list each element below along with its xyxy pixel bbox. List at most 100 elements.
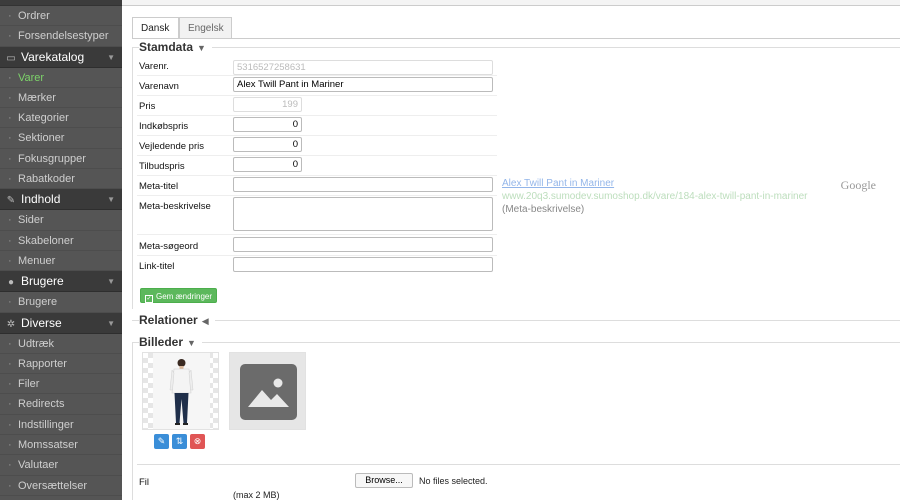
sidebar-item-label: Sektioner (18, 132, 65, 145)
bullet-icon: · (8, 91, 12, 104)
pris-label: Pris (139, 101, 156, 112)
indkobspris-label: Indkøbspris (139, 121, 189, 132)
sidebar-item-ordrer[interactable]: · Ordrer (0, 6, 122, 27)
sidebar-item-skabeloner[interactable]: · Skabeloner (0, 231, 122, 251)
link-titel-field[interactable] (233, 257, 493, 272)
bullet-icon: · (8, 398, 12, 411)
product-image-thumbnail[interactable] (142, 352, 219, 430)
sidebar-item-label: Sider (18, 214, 44, 227)
sidebar-item-momssatser[interactable]: · Momssatser (0, 435, 122, 456)
gear-icon: ✲ (6, 318, 16, 330)
pencil-icon: ✎ (157, 436, 166, 446)
sidebar-item-fokusgrupper[interactable]: · Fokusgrupper (0, 149, 122, 170)
row-divider (137, 255, 497, 256)
row-divider (137, 195, 497, 196)
sidebar-section-brugere[interactable]: ● Brugere ▼ (0, 271, 122, 293)
sidebar-item-label: Skabeloner (18, 234, 74, 247)
varenr-field[interactable] (233, 60, 493, 75)
bullet-icon: · (8, 152, 12, 165)
browse-button[interactable]: Browse... (355, 473, 413, 488)
row-divider (137, 175, 497, 176)
save-button[interactable]: ✓ Gem ændringer (140, 288, 218, 303)
bullet-icon: · (8, 30, 12, 43)
meta-beskrivelse-label: Meta-beskrivelse (139, 201, 211, 212)
sidebar-item-label: Indstillinger (18, 418, 74, 431)
meta-titel-field[interactable] (233, 177, 493, 192)
meta-sogeord-field[interactable] (233, 237, 493, 252)
sidebar-item-label: Udtræk (18, 337, 55, 350)
varenavn-field[interactable] (233, 77, 493, 92)
sidebar-item-rapporter[interactable]: · Rapporter (0, 354, 122, 375)
sidebar-section-diverse[interactable]: ✲ Diverse ▼ (0, 312, 122, 334)
bullet-icon: · (8, 254, 12, 267)
reorder-image-button[interactable]: ⇅ (172, 434, 187, 449)
tilbudspris-field[interactable] (233, 157, 302, 172)
sidebar-item-rabatkoder[interactable]: · Rabatkoder (0, 169, 122, 190)
chevron-down-icon: ▼ (197, 43, 206, 53)
google-preview: Alex Twill Pant in Mariner www.20q3.sumo… (502, 178, 890, 238)
max-size-text: (max 2 MB) (233, 490, 280, 500)
sidebar-item-sektioner[interactable]: · Sektioner (0, 128, 122, 149)
sidebar-item-forsendelsestyper[interactable]: · Forsendelsestyper (0, 26, 122, 47)
row-divider (137, 75, 497, 76)
sidebar-item-label: Menuer (18, 254, 56, 267)
sidebar-item-filer[interactable]: · Filer (0, 374, 122, 395)
sidebar-item-varer[interactable]: · Varer (0, 68, 122, 88)
google-preview-url: www.20q3.sumodev.sumoshop.dk/vare/184-al… (502, 191, 808, 202)
chevron-down-icon: ▼ (107, 318, 115, 328)
sidebar-item-label: Ordrer (18, 10, 50, 22)
sidebar-item-valutaer[interactable]: · Valutaer (0, 455, 122, 476)
sidebar-item-databeskyttelse[interactable]: ·Databeskyttelse (0, 496, 122, 500)
image-placeholder[interactable] (229, 352, 306, 430)
sidebar-item-oversættelser[interactable]: · Oversættelser (0, 476, 122, 496)
sidebar-item-label: Valutaer (18, 459, 59, 472)
remove-icon: ⊗ (193, 436, 202, 446)
google-logo: Google (840, 178, 876, 192)
sidebar-item-kategorier[interactable]: · Kategorier (0, 108, 122, 129)
edit-image-button[interactable]: ✎ (154, 434, 169, 449)
sidebar-item-brugere[interactable]: · Brugere (0, 292, 122, 313)
billeder-legend[interactable]: Billeder ▼ (139, 335, 202, 349)
sidebar-item-label: Rabatkoder (18, 173, 75, 186)
row-divider (137, 135, 497, 136)
sidebar-item-label: Momssatser (18, 439, 78, 452)
tab-divider (132, 38, 900, 39)
product-photo (153, 353, 210, 429)
chevron-down-icon: ▼ (187, 338, 196, 348)
tag-icon: ▭ (6, 52, 16, 64)
sidebar-item-sider[interactable]: · Sider (0, 210, 122, 231)
main-content: Dansk Engelsk Stamdata▼ Varenr. Varenavn… (122, 0, 900, 500)
meta-beskrivelse-field[interactable] (233, 197, 493, 231)
bullet-icon: · (8, 439, 12, 452)
sidebar-item-label: Forsendelsestyper (18, 30, 109, 43)
sidebar-section-indhold[interactable]: ✎ Indhold ▼ (0, 189, 122, 211)
bullet-icon: · (8, 112, 12, 125)
fil-label: Fil (139, 477, 150, 488)
pris-field[interactable] (233, 97, 302, 112)
sidebar-item-indstillinger[interactable]: · Indstillinger (0, 415, 122, 436)
indkobspris-field[interactable] (233, 117, 302, 132)
row-divider (137, 155, 497, 156)
bullet-icon: · (8, 496, 18, 500)
bullet-icon: · (8, 479, 12, 492)
bullet-icon: · (8, 10, 12, 22)
sidebar-section-label: Varekatalog (21, 49, 85, 64)
stamdata-legend[interactable]: Stamdata ▼ (139, 40, 212, 54)
chevron-down-icon: ▼ (107, 195, 115, 205)
stamdata-border-left (132, 47, 133, 309)
sidebar-section-varekatalog[interactable]: ▭ Varekatalog ▼ (0, 46, 122, 68)
sidebar-item-menuer[interactable]: · Menuer (0, 251, 122, 272)
delete-image-button[interactable]: ⊗ (190, 434, 205, 449)
tab-dansk[interactable]: Dansk (132, 17, 179, 39)
tab-engelsk[interactable]: Engelsk (179, 17, 232, 39)
chevron-down-icon: ▼ (107, 277, 115, 287)
sidebar-item-mærker[interactable]: · Mærker (0, 88, 122, 109)
row-divider (137, 95, 497, 96)
google-preview-title: Alex Twill Pant in Mariner (502, 178, 615, 189)
sidebar-item-udtræk[interactable]: · Udtræk (0, 334, 122, 354)
stamdata-border (132, 47, 900, 48)
vejledende-pris-field[interactable] (233, 137, 302, 152)
sidebar-item-redirects[interactable]: · Redirects (0, 394, 122, 415)
link-titel-label: Link-titel (139, 261, 175, 272)
relationer-legend[interactable]: Relationer ◀ (139, 313, 215, 327)
